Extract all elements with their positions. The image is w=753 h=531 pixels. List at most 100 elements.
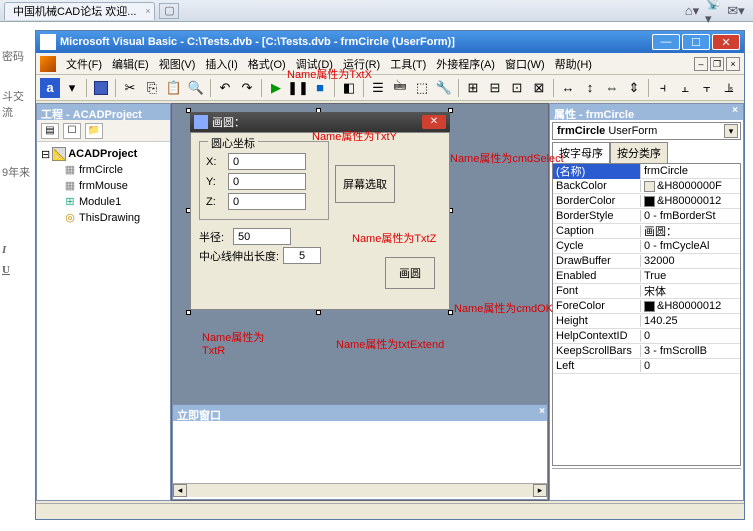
scroll-right-icon[interactable]: ▸ [533, 484, 547, 497]
cut-icon[interactable]: ✂ [120, 78, 140, 98]
menu-window[interactable]: 窗口(W) [501, 54, 549, 74]
form-designer[interactable]: 画圆： ✕ 圆心坐标 X: Y: [171, 103, 549, 501]
toolbar-dropdown-icon[interactable]: ▾ [62, 78, 82, 98]
reset-icon[interactable]: ■ [310, 78, 330, 98]
tb-icon-e[interactable]: ↔ [558, 78, 578, 98]
menu-file[interactable]: 文件(F) [62, 54, 106, 74]
mdi-close-button[interactable]: × [726, 57, 740, 71]
redo-icon[interactable]: ↷ [237, 78, 257, 98]
close-button[interactable]: ✕ [712, 34, 740, 50]
scroll-left-icon[interactable]: ◂ [173, 484, 187, 497]
tb-icon-k[interactable]: ⫟ [697, 78, 717, 98]
menu-edit[interactable]: 编辑(E) [108, 54, 153, 74]
menu-tools[interactable]: 工具(T) [386, 54, 430, 74]
button-cmdok[interactable]: 画圆 [385, 257, 435, 289]
toolbar-acad-icon[interactable]: a [40, 78, 60, 98]
mdi-restore-button[interactable]: ❐ [710, 57, 724, 71]
property-value[interactable]: 32000 [641, 255, 740, 267]
property-value[interactable]: &H8000000F [641, 180, 740, 192]
menu-run[interactable]: 运行(R) [339, 54, 384, 74]
paste-icon[interactable]: 📋 [164, 78, 184, 98]
tb-icon-l[interactable]: ⫡ [719, 78, 739, 98]
property-row[interactable]: Left0 [553, 359, 740, 374]
toggle-folders-icon[interactable]: 📁 [85, 123, 103, 139]
browser-tab[interactable]: 中国机械CAD论坛 欢迎... × [4, 2, 155, 20]
tb-icon-c[interactable]: ⊡ [507, 78, 527, 98]
tab-alphabetic[interactable]: 按字母序 [552, 142, 610, 163]
property-value[interactable]: 0 - fmBorderSt [641, 210, 740, 222]
chevron-down-icon[interactable]: ▾ [724, 124, 738, 138]
property-value[interactable]: &H80000012 [641, 195, 740, 207]
project-tree[interactable]: ⊟📐 ACADProject ▦ frmCircle ▦ frmMouse ⊞ … [37, 142, 170, 230]
input-txty[interactable] [228, 173, 306, 190]
property-row[interactable]: (名称)frmCircle [553, 164, 740, 179]
immediate-scrollbar[interactable]: ◂ ▸ [173, 483, 547, 497]
property-value[interactable]: 0 - fmCycleAl [641, 240, 740, 252]
menu-addins[interactable]: 外接程序(A) [432, 54, 499, 74]
tb-icon-d[interactable]: ⊠ [529, 78, 549, 98]
maximize-button[interactable]: ☐ [682, 34, 710, 50]
tb-icon-g[interactable]: ⇔ [602, 78, 622, 98]
property-value[interactable]: 140.25 [641, 315, 740, 327]
immediate-close-icon[interactable]: × [539, 406, 545, 417]
undo-icon[interactable]: ↶ [215, 78, 235, 98]
property-row[interactable]: BorderColor&H80000012 [553, 194, 740, 209]
tab-categorized[interactable]: 按分类序 [610, 142, 668, 163]
tb-icon-j[interactable]: ⫠ [675, 78, 695, 98]
tb-icon-f[interactable]: ↕ [580, 78, 600, 98]
menu-view[interactable]: 视图(V) [155, 54, 200, 74]
immediate-body[interactable] [173, 421, 547, 483]
copy-icon[interactable]: ⎘ [142, 78, 162, 98]
input-txtz[interactable] [228, 193, 306, 210]
feed-icon[interactable]: 📡▾ [705, 2, 723, 20]
tree-item-module1[interactable]: ⊞ Module1 [41, 194, 166, 210]
object-selector[interactable]: frmCircle UserForm ▾ [552, 122, 741, 140]
project-panel-title[interactable]: 工程 - ACADProject [37, 104, 170, 120]
property-row[interactable]: BorderStyle0 - fmBorderSt [553, 209, 740, 224]
input-txtr[interactable] [233, 228, 291, 245]
property-row[interactable]: HelpContextID0 [553, 329, 740, 344]
property-row[interactable]: Cycle0 - fmCycleAl [553, 239, 740, 254]
menu-debug[interactable]: 调试(D) [292, 54, 337, 74]
property-value[interactable]: 3 - fmScrollB [641, 345, 740, 357]
tree-item-frmcircle[interactable]: ▦ frmCircle [41, 162, 166, 178]
menu-insert[interactable]: 插入(I) [201, 54, 241, 74]
mail-icon[interactable]: ✉▾ [727, 2, 745, 20]
button-cmdselect[interactable]: 屏幕选取 [335, 165, 395, 203]
minimize-button[interactable]: — [652, 34, 680, 50]
properties-grid[interactable]: (名称)frmCircleBackColor&H8000000FBorderCo… [552, 164, 741, 466]
tab-close-icon[interactable]: × [145, 6, 150, 16]
property-value[interactable]: &H80000012 [641, 300, 740, 312]
tree-item-frmmouse[interactable]: ▦ frmMouse [41, 178, 166, 194]
project-explorer-icon[interactable]: ☰ [368, 78, 388, 98]
tb-icon-h[interactable]: ⇕ [624, 78, 644, 98]
tree-root[interactable]: ⊟📐 ACADProject [41, 146, 166, 162]
view-code-icon[interactable]: ▤ [41, 123, 59, 139]
property-row[interactable]: KeepScrollBars3 - fmScrollB [553, 344, 740, 359]
find-icon[interactable]: 🔍 [186, 78, 206, 98]
property-value[interactable]: 0 [641, 360, 740, 372]
titlebar[interactable]: Microsoft Visual Basic - C:\Tests.dvb - … [36, 31, 744, 53]
property-value[interactable]: frmCircle [641, 165, 740, 177]
menu-help[interactable]: 帮助(H) [551, 54, 596, 74]
properties-icon[interactable]: 🖮 [390, 78, 410, 98]
tb-icon-i[interactable]: ⫞ [653, 78, 673, 98]
immediate-title[interactable]: 立即窗口 × [173, 405, 547, 421]
mdi-min-button[interactable]: – [694, 57, 708, 71]
property-row[interactable]: Caption画圆： [553, 224, 740, 239]
new-tab-button[interactable]: ▢ [159, 3, 179, 19]
property-value[interactable]: 0 [641, 330, 740, 342]
property-row[interactable]: Font宋体 [553, 284, 740, 299]
tb-icon-a[interactable]: ⊞ [463, 78, 483, 98]
save-icon[interactable] [91, 78, 111, 98]
toolbox-icon[interactable]: 🔧 [434, 78, 454, 98]
property-value[interactable]: True [641, 270, 740, 282]
run-icon[interactable]: ▶ [266, 78, 286, 98]
home-icon[interactable]: ⌂▾ [683, 2, 701, 20]
break-icon[interactable]: ❚❚ [288, 78, 308, 98]
view-object-icon[interactable]: ☐ [63, 123, 81, 139]
property-row[interactable]: DrawBuffer32000 [553, 254, 740, 269]
userform-frmcircle[interactable]: 画圆： ✕ 圆心坐标 X: Y: [190, 112, 450, 310]
properties-close-icon[interactable]: × [729, 105, 741, 117]
property-row[interactable]: Height140.25 [553, 314, 740, 329]
